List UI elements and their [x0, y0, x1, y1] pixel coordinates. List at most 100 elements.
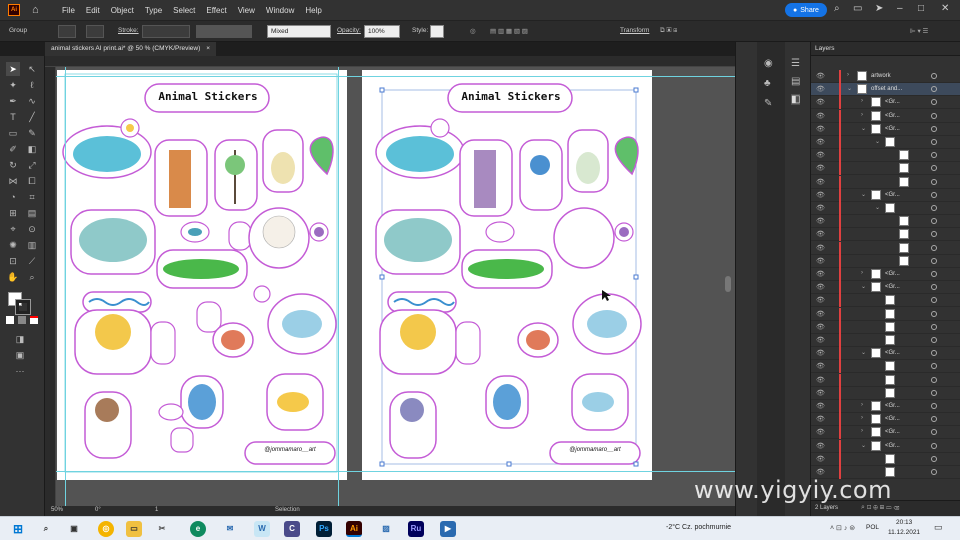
visibility-eye-icon[interactable]: 👁: [816, 349, 825, 357]
visibility-eye-icon[interactable]: 👁: [816, 178, 825, 186]
brushes-icon[interactable]: ✎: [764, 98, 772, 109]
weather-text[interactable]: -2°C Cz. pochmurnie: [666, 524, 731, 531]
transform-link[interactable]: Transform: [620, 27, 649, 34]
rotation-value[interactable]: 0°: [95, 507, 101, 513]
pen-tool-icon[interactable]: ✒: [6, 94, 20, 108]
visibility-eye-icon[interactable]: 👁: [816, 112, 825, 120]
type-tool-icon[interactable]: T: [6, 110, 20, 124]
share-button[interactable]: ● Share: [785, 3, 827, 17]
layer-row[interactable]: 👁 › <Gr...: [811, 426, 960, 440]
visibility-eye-icon[interactable]: 👁: [816, 217, 825, 225]
vertical-ruler[interactable]: [45, 67, 56, 506]
clock-date[interactable]: 11.12.2021: [888, 529, 920, 536]
zoom-tool-icon[interactable]: ⌕: [25, 270, 39, 284]
visibility-eye-icon[interactable]: 👁: [816, 389, 825, 397]
visibility-eye-icon[interactable]: 👁: [816, 151, 825, 159]
chevron-right-icon[interactable]: ›: [861, 415, 863, 421]
align-icons[interactable]: ▤ ▥ ▦ ▧ ▨: [490, 27, 528, 35]
visibility-eye-icon[interactable]: 👁: [816, 283, 825, 291]
properties-icon[interactable]: ☰: [791, 58, 800, 69]
edge-icon[interactable]: e: [190, 521, 206, 537]
target-circle-icon[interactable]: [931, 337, 937, 343]
none-mode-icon[interactable]: [30, 316, 38, 324]
stroke-weight-field[interactable]: [142, 25, 190, 38]
blend-mode-select[interactable]: Mixed: [267, 25, 331, 38]
visibility-eye-icon[interactable]: 👁: [816, 402, 825, 410]
menu-edit[interactable]: Edit: [86, 6, 100, 15]
layer-row[interactable]: 👁: [811, 373, 960, 387]
layer-row[interactable]: 👁 ⌄: [811, 202, 960, 215]
visibility-eye-icon[interactable]: 👁: [816, 138, 825, 146]
drawing-mode-icon[interactable]: ◨: [13, 332, 27, 346]
layer-row[interactable]: 👁: [811, 149, 960, 163]
layer-row[interactable]: 👁: [811, 307, 960, 321]
chevron-down-icon[interactable]: ⌄: [875, 204, 880, 211]
target-circle-icon[interactable]: [931, 165, 937, 172]
screen-mode-icon[interactable]: ▣: [13, 348, 27, 362]
layer-row[interactable]: 👁: [811, 360, 960, 374]
menu-help[interactable]: Help: [305, 6, 321, 15]
variable-width-profile[interactable]: [196, 25, 252, 38]
target-circle-icon[interactable]: [931, 86, 937, 93]
vertical-guide[interactable]: [338, 56, 339, 506]
gradient-mode-icon[interactable]: [18, 316, 26, 324]
color-mode-icon[interactable]: [6, 316, 14, 324]
home-icon[interactable]: ⌂: [32, 4, 44, 16]
photos-icon[interactable]: ▨: [378, 521, 394, 537]
layer-row[interactable]: 👁: [811, 334, 960, 347]
target-circle-icon[interactable]: [931, 73, 937, 79]
target-circle-icon[interactable]: [931, 178, 937, 185]
layer-row[interactable]: 👁 ⌄ <Gr...: [811, 439, 960, 453]
target-circle-icon[interactable]: [931, 205, 937, 211]
curvature-tool-icon[interactable]: ∿: [25, 94, 39, 108]
column-graph-tool-icon[interactable]: ▥: [25, 238, 39, 252]
snip-icon[interactable]: ✂: [154, 521, 170, 537]
chevron-right-icon[interactable]: ›: [861, 112, 863, 118]
layers-icon[interactable]: ◧: [791, 94, 801, 105]
maximize-icon[interactable]: □: [918, 3, 924, 14]
search-icon[interactable]: ⌕: [38, 521, 54, 537]
visibility-eye-icon[interactable]: 👁: [816, 164, 825, 172]
align-panel-icon[interactable]: ⊫ ▾ ☰: [910, 27, 928, 35]
visibility-eye-icon[interactable]: 👁: [816, 415, 825, 423]
symbols-icon[interactable]: ♣: [764, 78, 771, 89]
layer-row[interactable]: 👁: [811, 294, 960, 308]
stroke-color-icon[interactable]: [15, 299, 31, 315]
layer-row[interactable]: 👁 › <Gr...: [811, 400, 960, 413]
layer-row[interactable]: 👁: [811, 452, 960, 466]
chevron-down-icon[interactable]: ⌄: [875, 138, 880, 145]
visibility-eye-icon[interactable]: 👁: [816, 362, 825, 370]
visibility-eye-icon[interactable]: 👁: [816, 270, 825, 278]
layer-row[interactable]: 👁: [811, 215, 960, 229]
zoom-level[interactable]: 50%: [51, 507, 63, 513]
chevron-down-icon[interactable]: ⌄: [861, 442, 866, 449]
minimize-icon[interactable]: –: [897, 3, 903, 14]
stroke-label[interactable]: Stroke:: [118, 27, 139, 34]
artboard-tool-icon[interactable]: ⊡: [6, 254, 20, 268]
hand-tool-icon[interactable]: ✋: [6, 270, 20, 284]
horizontal-guide[interactable]: [45, 76, 735, 77]
layer-row[interactable]: 👁 ⌄ <Gr...: [811, 347, 960, 361]
opacity-field[interactable]: 100%: [364, 25, 400, 38]
visibility-eye-icon[interactable]: 👁: [816, 244, 825, 252]
layer-row[interactable]: 👁 ⌄: [811, 136, 960, 149]
blend-tool-icon[interactable]: ⊙: [25, 222, 39, 236]
layer-row[interactable]: 👁 ⌄ offset and...: [811, 83, 960, 97]
chevron-right-icon[interactable]: ›: [861, 402, 863, 408]
vertical-scrollbar-thumb[interactable]: [725, 276, 731, 292]
direct-selection-tool-icon[interactable]: ↖: [25, 62, 39, 76]
chevron-down-icon[interactable]: ⌄: [861, 283, 866, 290]
target-circle-icon[interactable]: [931, 350, 937, 357]
visibility-eye-icon[interactable]: 👁: [816, 428, 825, 436]
perspective-grid-tool-icon[interactable]: ⌗: [25, 190, 39, 204]
target-circle-icon[interactable]: [931, 191, 937, 198]
chevron-down-icon[interactable]: ⌄: [861, 125, 866, 132]
target-circle-icon[interactable]: [931, 363, 937, 370]
layer-row[interactable]: 👁 › <Gr...: [811, 268, 960, 281]
target-circle-icon[interactable]: [931, 389, 937, 396]
visibility-eye-icon[interactable]: 👁: [816, 336, 825, 344]
arrange-icon[interactable]: ▭: [853, 3, 862, 14]
layer-row[interactable]: 👁: [811, 386, 960, 400]
opacity-label[interactable]: Opacity:: [337, 27, 361, 34]
slice-tool-icon[interactable]: ⟋: [25, 254, 39, 268]
